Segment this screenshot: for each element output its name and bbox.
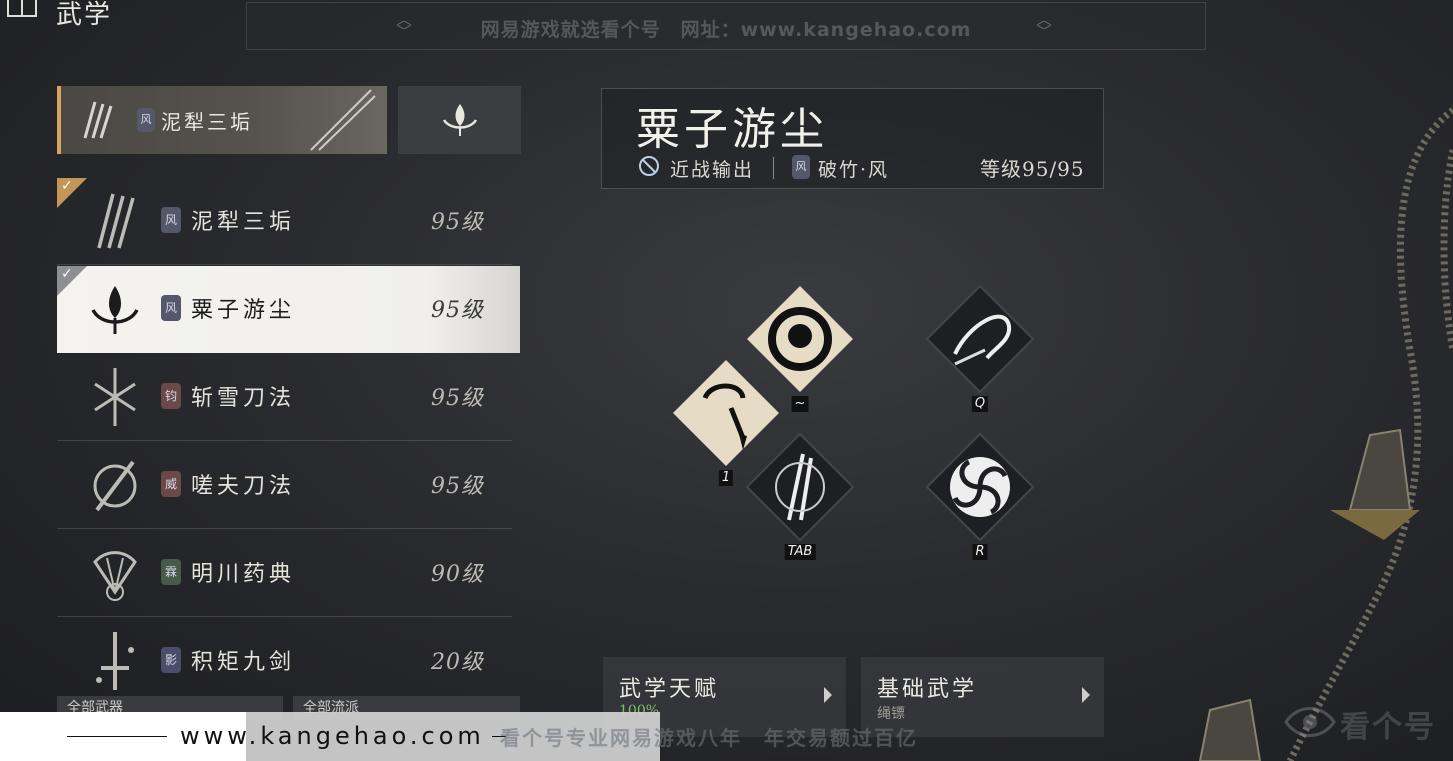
lotus-blade-icon bbox=[91, 286, 139, 334]
triple-claw-icon bbox=[97, 193, 135, 249]
sword-icon bbox=[96, 632, 134, 690]
role-icon bbox=[639, 156, 659, 176]
chevron-right-icon bbox=[1082, 687, 1090, 703]
chevron-right-icon bbox=[824, 687, 832, 703]
skill-slot-tab[interactable]: TAB bbox=[745, 432, 855, 560]
page-title: 武学 bbox=[56, 0, 113, 30]
list-item-name: 明川药典 bbox=[191, 562, 296, 587]
list-item[interactable]: ✓ 风 泥犁三垢 95级 bbox=[57, 178, 520, 265]
equipped-main-label: 泥犁三垢 bbox=[161, 110, 253, 134]
card-title: 武学天赋 bbox=[619, 677, 720, 702]
equipped-main-slot[interactable]: 风 泥犁三垢 bbox=[57, 86, 387, 154]
snow-blade-icon bbox=[94, 368, 136, 426]
equipped-secondary-slot[interactable] bbox=[398, 86, 521, 154]
fan-icon bbox=[93, 551, 137, 601]
list-item-name: 嗟夫刀法 bbox=[191, 474, 296, 499]
list-item-name: 粟子游尘 bbox=[191, 298, 296, 323]
triple-claw-icon bbox=[83, 101, 113, 139]
list-item-selected[interactable]: ✓ 风 粟子游尘 95级 bbox=[57, 266, 520, 353]
list-item-level: 90级 bbox=[431, 562, 484, 587]
list-item-name: 斩雪刀法 bbox=[191, 386, 296, 411]
style-badge: 风 bbox=[161, 295, 181, 321]
whip-strike-icon bbox=[925, 284, 1035, 394]
card-title: 基础武学 bbox=[877, 677, 978, 702]
watermark-text: 网易游戏就选看个号 网址：www.kangehao.com bbox=[480, 19, 972, 41]
style-badge: 霖 bbox=[161, 559, 181, 585]
list-item-level: 95级 bbox=[431, 210, 484, 235]
watermark-slogan: 看个号专业网易游戏八年 年交易额过百亿 bbox=[500, 726, 918, 750]
skill-slot-r[interactable]: R bbox=[925, 432, 1035, 560]
watermark-logo-text: 看个号 bbox=[1340, 710, 1436, 745]
book-icon bbox=[7, 0, 37, 17]
detail-level: 等级95/95 bbox=[980, 157, 1085, 181]
skill-key: TAB bbox=[784, 544, 816, 560]
list-item-level: 20级 bbox=[431, 650, 484, 675]
detail-style: 破竹·风 bbox=[818, 159, 890, 181]
style-badge: 钧 bbox=[161, 383, 181, 409]
divider bbox=[773, 157, 774, 179]
vortex-icon bbox=[925, 432, 1035, 542]
list-item-name: 积矩九剑 bbox=[191, 650, 296, 675]
dual-sword-icon bbox=[310, 89, 376, 151]
skill-key: 1 bbox=[718, 470, 734, 486]
list-item[interactable]: 霖 明川药典 90级 bbox=[57, 530, 520, 617]
style-badge: 风 bbox=[137, 108, 155, 132]
list-item[interactable]: 影 积矩九剑 20级 bbox=[57, 618, 520, 705]
list-item-level: 95级 bbox=[431, 298, 484, 323]
skill-key: ~ bbox=[791, 396, 809, 412]
list-item-level: 95级 bbox=[431, 474, 484, 499]
divider bbox=[67, 736, 167, 737]
style-badge: 威 bbox=[161, 471, 181, 497]
style-badge: 风 bbox=[792, 155, 810, 179]
skill-key: R bbox=[972, 544, 988, 560]
dual-blade-icon bbox=[745, 432, 855, 542]
skill-slot-q[interactable]: Q bbox=[925, 284, 1035, 412]
ornament-icon bbox=[1037, 21, 1051, 29]
style-badge: 影 bbox=[161, 647, 181, 673]
martial-art-detail-panel: 粟子游尘 近战输出 风 破竹·风 等级95/95 bbox=[601, 88, 1104, 189]
detail-title: 粟子游尘 bbox=[636, 104, 828, 155]
detail-role: 近战输出 bbox=[670, 159, 755, 181]
card-subtitle: 绳镖 bbox=[877, 706, 905, 722]
skill-key: Q bbox=[971, 396, 989, 412]
list-item-level: 95级 bbox=[431, 386, 484, 411]
style-badge: 风 bbox=[161, 207, 181, 233]
list-item[interactable]: 钧 斩雪刀法 95级 bbox=[57, 354, 520, 441]
list-item-name: 泥犁三垢 bbox=[191, 210, 296, 235]
watermark-url: www.kangehao.com bbox=[180, 722, 485, 750]
lotus-blade-icon bbox=[442, 104, 478, 136]
eye-logo-icon bbox=[1284, 707, 1336, 737]
list-item[interactable]: 威 嗟夫刀法 95级 bbox=[57, 442, 520, 529]
slash-circle-icon bbox=[93, 460, 137, 512]
rope-dart-weapon-icon bbox=[1198, 107, 1453, 761]
watermark-banner: 网易游戏就选看个号 网址：www.kangehao.com bbox=[246, 2, 1206, 50]
